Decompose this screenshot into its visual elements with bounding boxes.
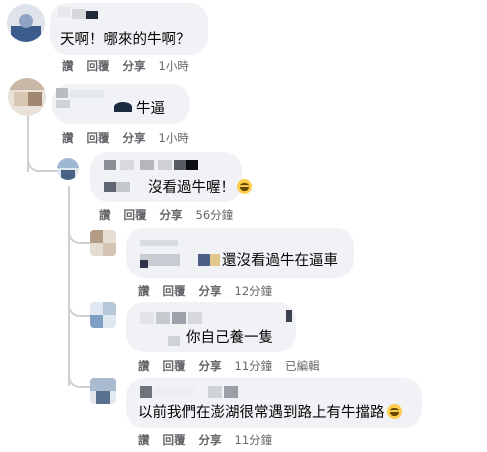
comment-actions: 讚 回覆 分享 1小時 [62,58,189,74]
timestamp[interactable]: 11分鐘 [235,358,273,374]
comment-actions: 讚 回覆 分享 12分鐘 [138,283,272,299]
timestamp[interactable]: 11分鐘 [235,432,273,448]
laughing-emoji-icon [237,179,252,194]
author-name-redacted[interactable] [140,312,154,324]
comment-bubble: 牛逼 [52,84,190,124]
avatar[interactable] [90,302,116,328]
reply-button[interactable]: 回覆 [163,283,186,299]
thread-line [68,186,70,386]
thread-connector [27,150,59,172]
comment-bubble: 你自己養一隻 [126,302,296,352]
author-name-redacted[interactable] [56,88,68,98]
comment-text: 以前我們在澎湖很常遇到路上有牛擋路 [138,404,402,422]
author-name-redacted[interactable] [58,7,70,17]
comment-actions: 讚 回覆 分享 1小時 [62,130,189,146]
comment-actions: 讚 回覆 分享 11分鐘 已編輯 [138,358,320,374]
reply-button[interactable]: 回覆 [124,207,147,223]
share-button[interactable]: 分享 [123,130,146,146]
thread-connector [68,366,92,388]
comment-text: 天啊！哪來的牛啊？ [60,32,191,48]
thread-connector [68,295,92,317]
comment-text: 牛逼 [136,101,165,117]
timestamp[interactable]: 56分鐘 [196,207,234,223]
share-button[interactable]: 分享 [199,283,222,299]
avatar[interactable] [90,230,116,256]
comment-actions: 讚 回覆 分享 11分鐘 [138,432,272,448]
author-name-redacted[interactable] [140,240,178,246]
timestamp[interactable]: 1小時 [159,58,189,74]
like-button[interactable]: 讚 [99,207,111,223]
edited-label[interactable]: 已編輯 [285,358,320,374]
avatar[interactable] [7,4,45,42]
like-button[interactable]: 讚 [62,58,74,74]
author-name-redacted[interactable] [140,386,152,398]
comment-text: 沒看過牛喔！ [148,179,252,197]
laughing-emoji-icon [386,404,402,419]
avatar[interactable] [90,378,116,404]
author-name-redacted[interactable] [104,160,116,170]
like-button[interactable]: 讚 [138,432,150,448]
comment-bubble: 沒看過牛喔！ [90,152,252,202]
reply-button[interactable]: 回覆 [87,130,110,146]
comment-bubble: 天啊！哪來的牛啊？ [50,3,208,55]
timestamp[interactable]: 1小時 [159,130,189,146]
reply-button[interactable]: 回覆 [87,58,110,74]
like-button[interactable]: 讚 [138,358,150,374]
comment-bubble: 以前我們在澎湖很常遇到路上有牛擋路 [126,378,422,428]
comment-bubble: 還沒看過牛在逼車 [126,228,354,278]
timestamp[interactable]: 12分鐘 [235,283,273,299]
comment-actions: 讚 回覆 分享 56分鐘 [99,207,233,223]
share-button[interactable]: 分享 [199,432,222,448]
share-button[interactable]: 分享 [123,58,146,74]
reply-button[interactable]: 回覆 [163,358,186,374]
comment-text: 你自己養一隻 [186,330,273,346]
like-button[interactable]: 讚 [138,283,150,299]
comment-text: 還沒看過牛在逼車 [222,253,338,269]
reply-button[interactable]: 回覆 [163,432,186,448]
share-button[interactable]: 分享 [199,358,222,374]
avatar[interactable] [8,78,46,116]
thread-connector [68,222,92,244]
share-button[interactable]: 分享 [160,207,183,223]
avatar[interactable] [57,158,79,180]
like-button[interactable]: 讚 [62,130,74,146]
